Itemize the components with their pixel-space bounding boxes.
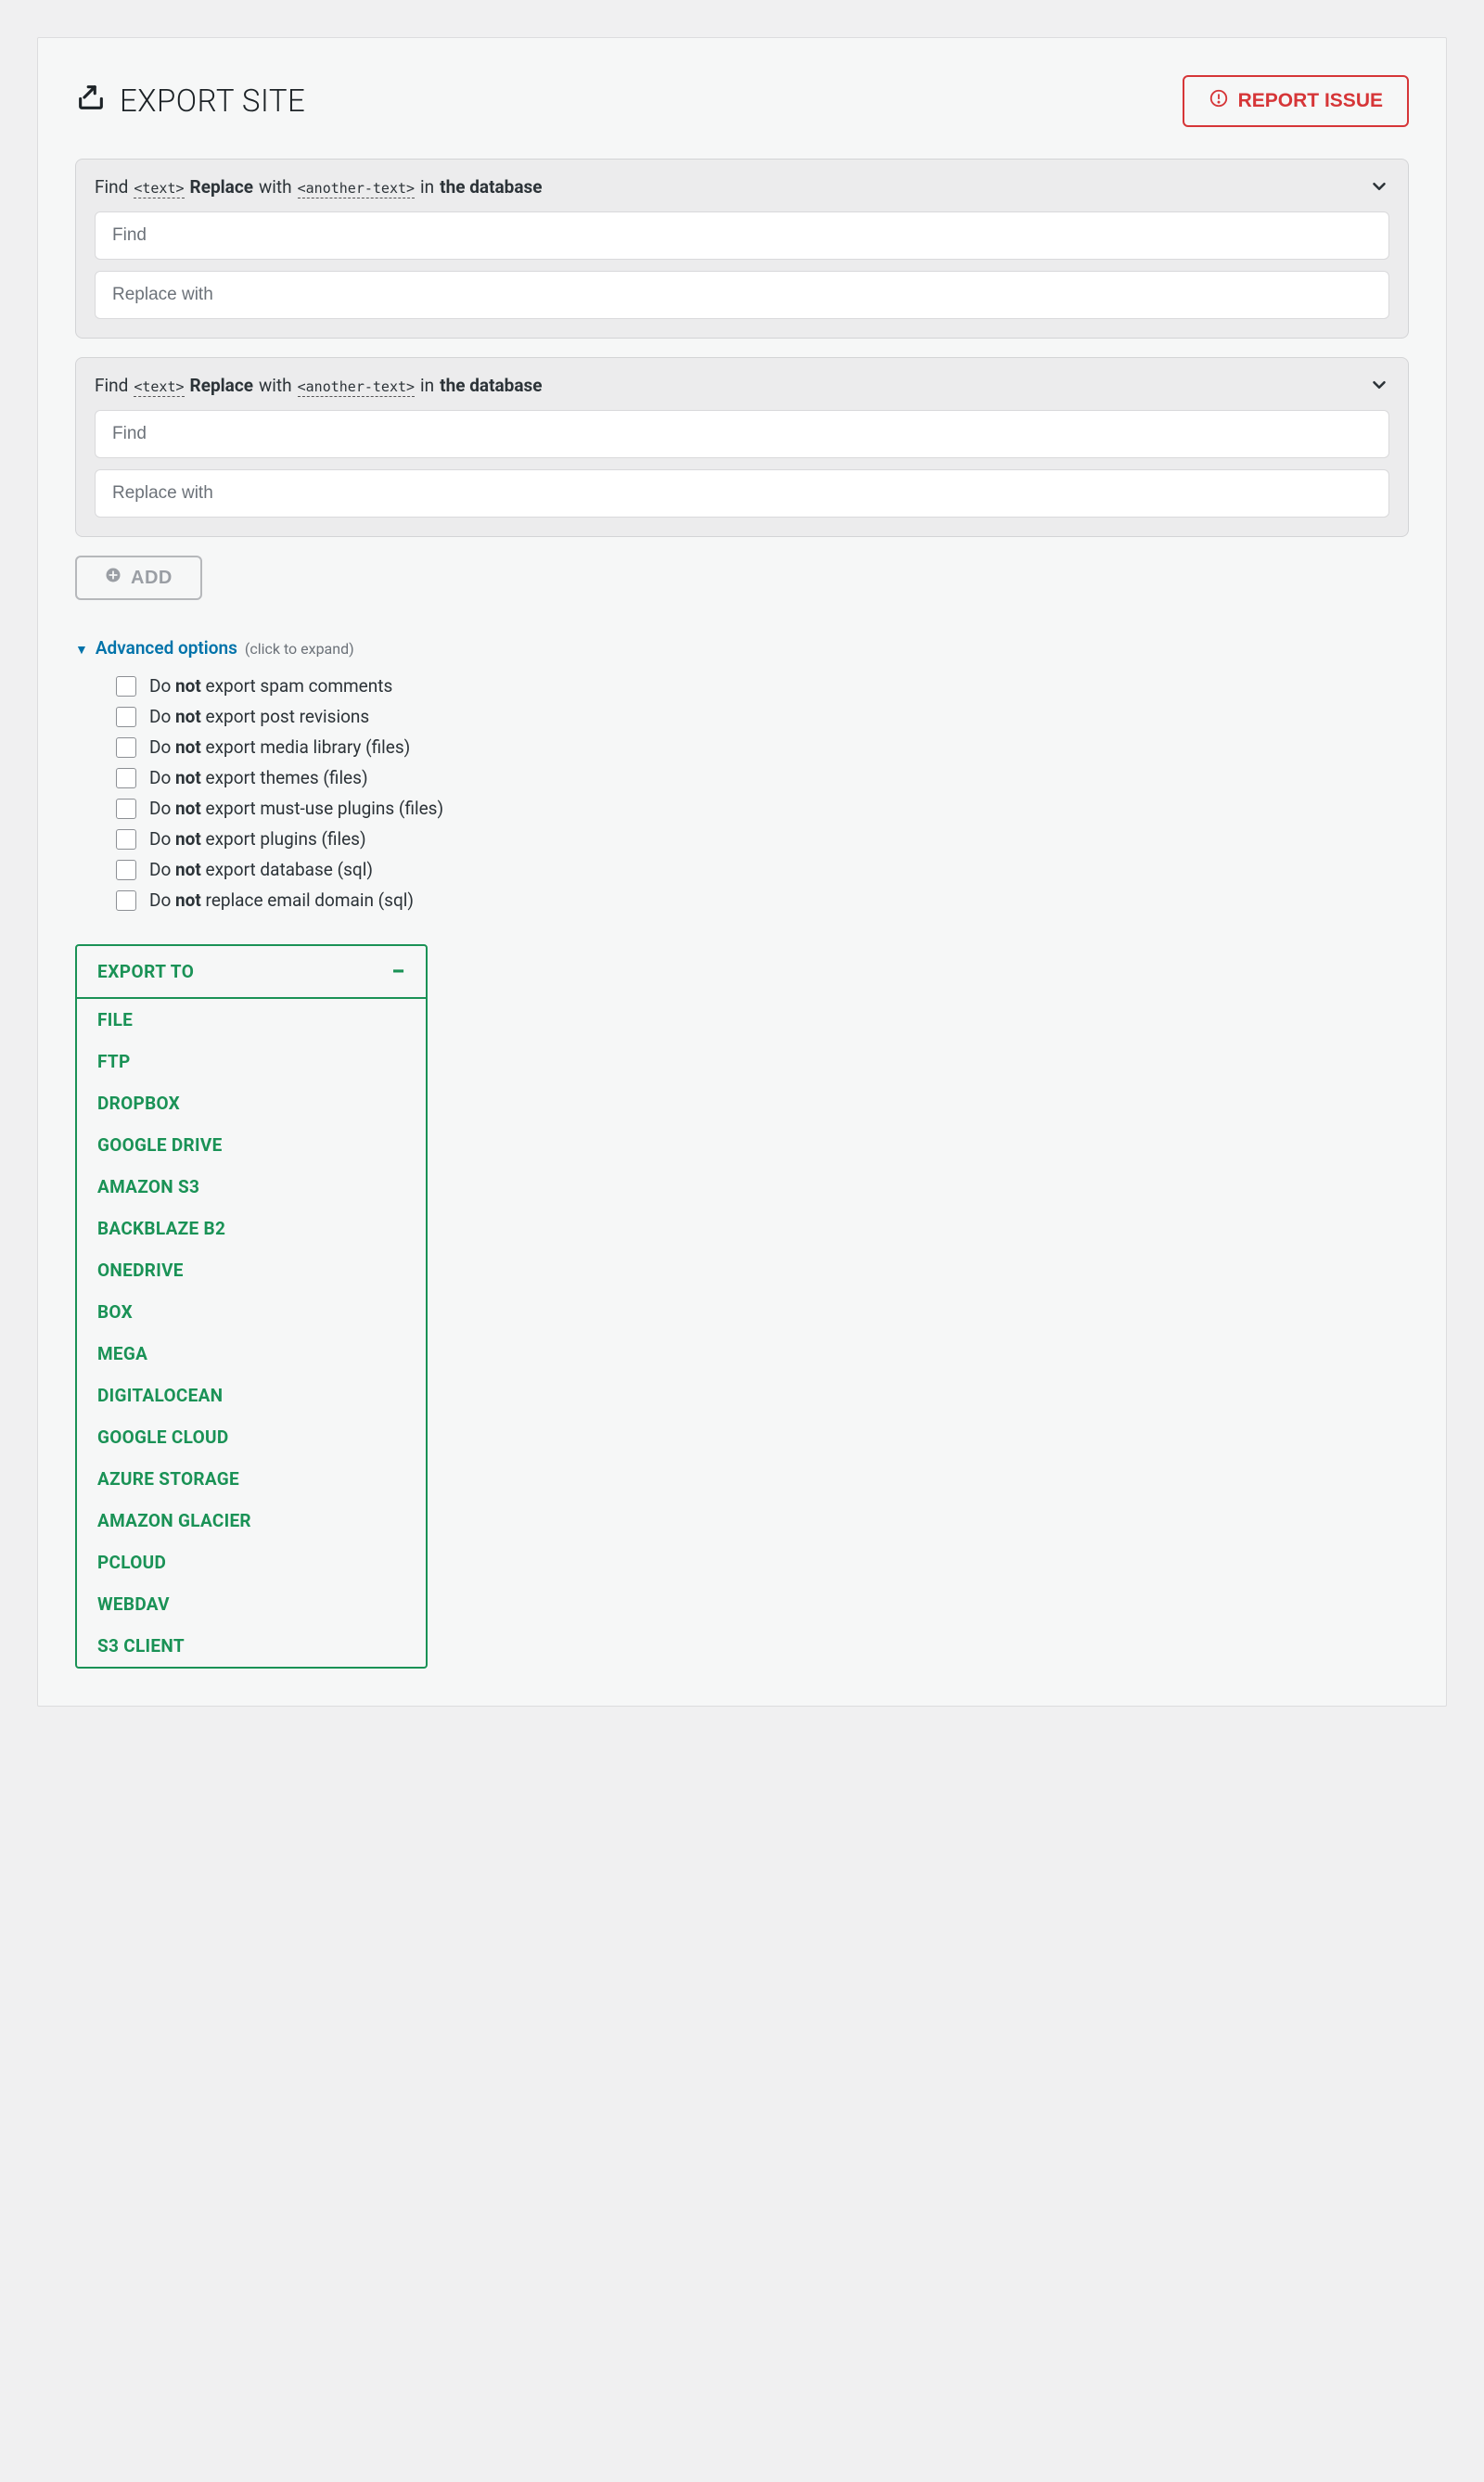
export-destination-item[interactable]: MEGA <box>77 1333 426 1375</box>
export-to-label: EXPORT TO <box>97 961 194 982</box>
report-issue-button[interactable]: REPORT ISSUE <box>1183 75 1409 127</box>
page-title: EXPORT SITE <box>75 82 305 122</box>
placeholder-tag: <text> <box>134 378 184 397</box>
find-replace-heading: Find <text> Replace with <another-text> … <box>95 176 1389 198</box>
export-destination-item[interactable]: GOOGLE DRIVE <box>77 1124 426 1166</box>
export-destination-item[interactable]: S3 CLIENT <box>77 1625 426 1667</box>
find-replace-heading: Find <text> Replace with <another-text> … <box>95 375 1389 397</box>
export-destination-item[interactable]: DIGITALOCEAN <box>77 1375 426 1416</box>
replace-input[interactable] <box>95 469 1389 518</box>
option-checkbox[interactable] <box>116 799 136 819</box>
option-checkbox[interactable] <box>116 860 136 880</box>
export-destination-item[interactable]: DROPBOX <box>77 1082 426 1124</box>
advanced-option-row[interactable]: Do not replace email domain (sql) <box>116 889 1409 911</box>
option-checkbox[interactable] <box>116 890 136 911</box>
caret-down-icon: ▼ <box>75 642 88 658</box>
export-destination-item[interactable]: GOOGLE CLOUD <box>77 1416 426 1458</box>
advanced-option-row[interactable]: Do not export must-use plugins (files) <box>116 798 1409 819</box>
report-label: REPORT ISSUE <box>1238 90 1383 112</box>
option-label: Do not export plugins (files) <box>149 828 366 850</box>
placeholder-tag: <text> <box>134 180 184 198</box>
option-label: Do not export spam comments <box>149 675 392 697</box>
placeholder-tag: <another-text> <box>298 378 415 397</box>
advanced-options-toggle[interactable]: ▼ Advanced options (click to expand) <box>75 637 1409 659</box>
advanced-option-row[interactable]: Do not export database (sql) <box>116 859 1409 880</box>
export-destination-item[interactable]: AMAZON GLACIER <box>77 1500 426 1542</box>
export-destination-item[interactable]: AMAZON S3 <box>77 1166 426 1208</box>
chevron-down-icon[interactable] <box>1369 176 1389 197</box>
advanced-option-row[interactable]: Do not export themes (files) <box>116 767 1409 788</box>
export-destination-item[interactable]: FTP <box>77 1041 426 1082</box>
advanced-option-row[interactable]: Do not export post revisions <box>116 706 1409 727</box>
option-label: Do not export must-use plugins (files) <box>149 798 443 819</box>
option-checkbox[interactable] <box>116 707 136 727</box>
option-checkbox[interactable] <box>116 768 136 788</box>
advanced-option-row[interactable]: Do not export spam comments <box>116 675 1409 697</box>
export-destination-item[interactable]: ONEDRIVE <box>77 1249 426 1291</box>
add-button[interactable]: ADD <box>75 556 202 600</box>
advanced-options-list: Do not export spam comments Do not export… <box>75 675 1409 911</box>
export-icon <box>75 82 107 122</box>
export-destination-item[interactable]: PCLOUD <box>77 1542 426 1583</box>
warning-icon <box>1209 88 1229 114</box>
export-to-toggle[interactable]: EXPORT TO − <box>77 946 426 999</box>
plus-icon <box>105 567 122 589</box>
export-to-menu: EXPORT TO − FILEFTPDROPBOXGOOGLE DRIVEAM… <box>75 944 428 1669</box>
export-destination-item[interactable]: FILE <box>77 999 426 1041</box>
option-label: Do not export database (sql) <box>149 859 373 880</box>
advanced-label: Advanced options <box>96 637 237 659</box>
find-input[interactable] <box>95 410 1389 458</box>
option-label: Do not export themes (files) <box>149 767 368 788</box>
export-site-panel: EXPORT SITE REPORT ISSUE Find <text> Rep… <box>37 37 1447 1707</box>
advanced-hint: (click to expand) <box>245 640 354 658</box>
option-label: Do not export post revisions <box>149 706 369 727</box>
placeholder-tag: <another-text> <box>298 180 415 198</box>
advanced-option-row[interactable]: Do not export media library (files) <box>116 736 1409 758</box>
option-label: Do not replace email domain (sql) <box>149 889 414 911</box>
option-checkbox[interactable] <box>116 829 136 850</box>
option-label: Do not export media library (files) <box>149 736 410 758</box>
export-destination-item[interactable]: AZURE STORAGE <box>77 1458 426 1500</box>
minus-icon: − <box>391 966 405 978</box>
find-input[interactable] <box>95 211 1389 260</box>
replace-input[interactable] <box>95 271 1389 319</box>
add-label: ADD <box>131 568 173 589</box>
export-destination-item[interactable]: BOX <box>77 1291 426 1333</box>
advanced-option-row[interactable]: Do not export plugins (files) <box>116 828 1409 850</box>
option-checkbox[interactable] <box>116 676 136 697</box>
find-replace-block: Find <text> Replace with <another-text> … <box>75 159 1409 339</box>
export-destination-item[interactable]: BACKBLAZE B2 <box>77 1208 426 1249</box>
option-checkbox[interactable] <box>116 737 136 758</box>
panel-header: EXPORT SITE REPORT ISSUE <box>75 75 1409 127</box>
find-replace-block: Find <text> Replace with <another-text> … <box>75 357 1409 537</box>
export-destination-item[interactable]: WEBDAV <box>77 1583 426 1625</box>
page-title-text: EXPORT SITE <box>120 83 305 120</box>
chevron-down-icon[interactable] <box>1369 375 1389 395</box>
